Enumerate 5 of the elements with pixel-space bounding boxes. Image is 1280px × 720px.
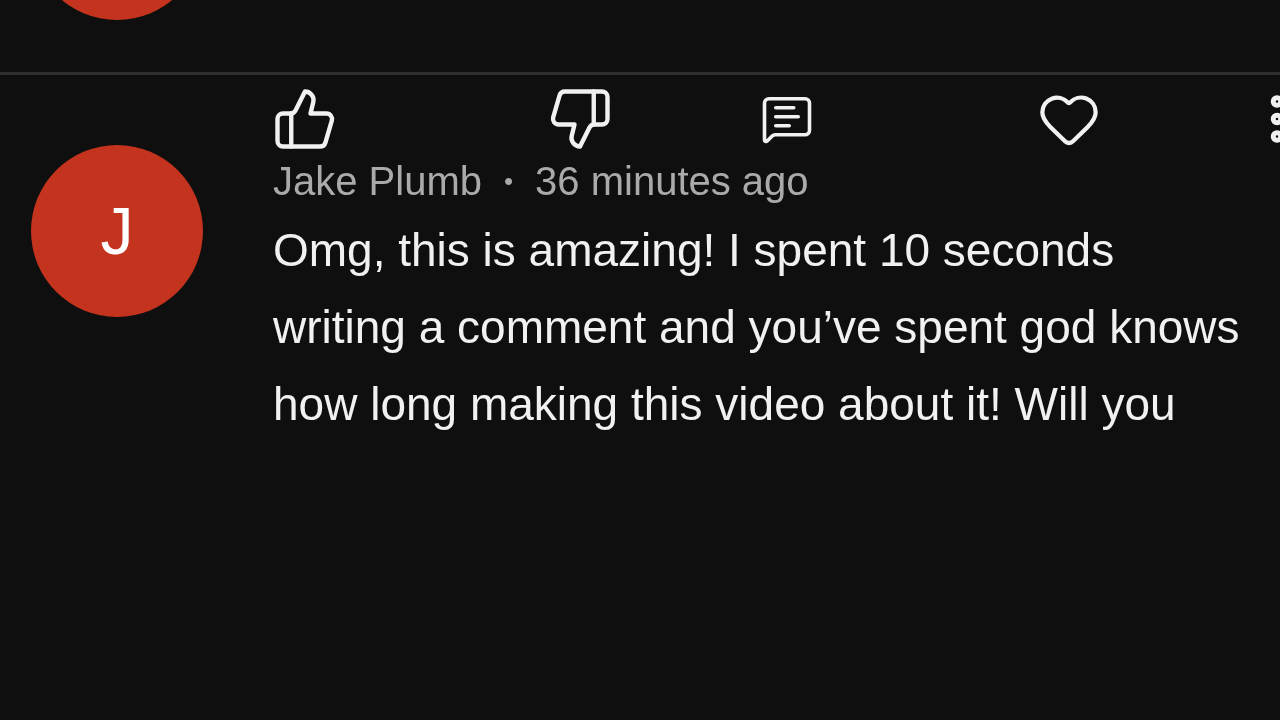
comment-text: Omg, this is amazing! I spent 10 seconds writing a comment and you’ve spent god knows how long making this video about it! Will you <box>273 223 1241 432</box>
avatar[interactable]: J <box>31 145 203 317</box>
separator-dot: • <box>504 166 514 197</box>
comment-time: 36 minutes ago <box>535 159 809 204</box>
author-name[interactable]: Jake Plumb <box>273 159 482 204</box>
